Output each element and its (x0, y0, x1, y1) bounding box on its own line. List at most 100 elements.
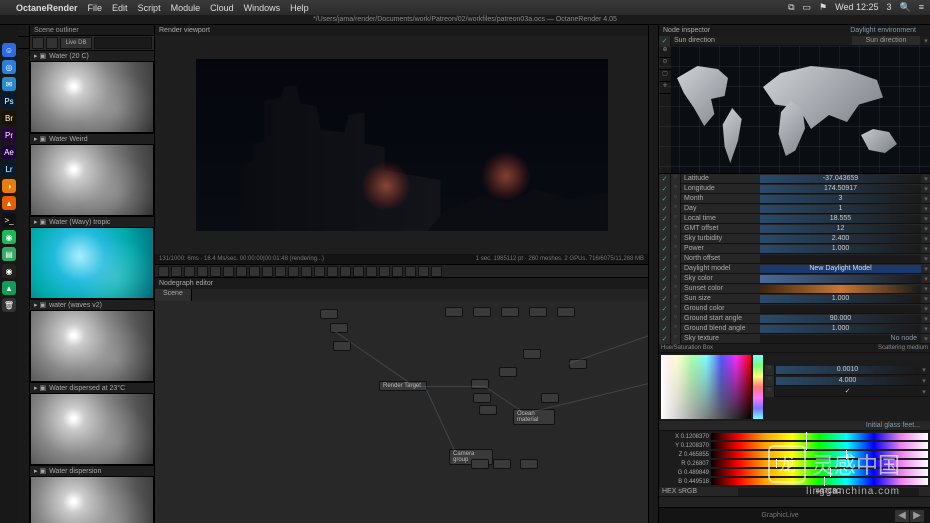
graph-node[interactable] (473, 307, 491, 317)
param-value[interactable] (760, 285, 921, 293)
param-value[interactable] (760, 305, 921, 313)
vp-wb-icon[interactable] (340, 266, 351, 277)
dock-obs-icon[interactable]: ◉ (2, 264, 16, 278)
param-enable-checkbox[interactable] (659, 214, 671, 224)
param-menu-icon[interactable]: ▾ (922, 275, 930, 283)
medium-checkbox[interactable]: ✓ (776, 388, 919, 396)
graph-node[interactable] (499, 367, 517, 377)
param-enable-checkbox[interactable] (659, 184, 671, 194)
menu-edit[interactable]: Edit (112, 3, 128, 13)
param-pin-icon[interactable] (671, 254, 681, 264)
vp-pick2-icon[interactable] (314, 266, 325, 277)
param-value[interactable]: 90.000 (760, 315, 921, 323)
material-label[interactable]: ▸ ▣Water Weird (30, 134, 154, 144)
param-value[interactable]: 1 (760, 205, 921, 213)
hue-bar[interactable] (753, 355, 763, 419)
param-menu-icon[interactable]: ▾ (922, 245, 930, 253)
dock-mail-icon[interactable]: ✉ (2, 77, 16, 91)
menu-icon[interactable]: ≡ (919, 2, 924, 13)
dock-premiere-icon[interactable]: Pr (2, 128, 16, 142)
material-label[interactable]: ▸ ▣Water (Wavy) tropic (30, 217, 154, 227)
dock-bridge-icon[interactable]: Br (2, 111, 16, 125)
dock-docs-icon[interactable]: ▤ (2, 247, 16, 261)
vp-save-icon[interactable] (249, 266, 260, 277)
param-enable-checkbox[interactable] (659, 234, 671, 244)
param-value[interactable]: 1.000 (760, 325, 921, 333)
graph-node[interactable] (541, 393, 559, 403)
param-value[interactable] (760, 255, 921, 263)
graph-node[interactable] (445, 307, 463, 317)
vp-restart-icon[interactable] (197, 266, 208, 277)
param-menu-icon[interactable]: ▾ (922, 215, 930, 223)
graph-node[interactable] (479, 405, 497, 415)
tool-move-icon[interactable] (18, 25, 29, 37)
vp-fullscreen-icon[interactable] (418, 266, 429, 277)
dock-aftereffects-icon[interactable]: Ae (2, 145, 16, 159)
param-menu-icon[interactable]: ▾ (922, 305, 930, 313)
vp-config-icon[interactable] (223, 266, 234, 277)
app-name[interactable]: OctaneRender (16, 3, 78, 13)
initial-glass-dropdown[interactable]: Initial glass feet... (866, 422, 930, 429)
graph-node[interactable] (333, 341, 351, 351)
wifi-icon[interactable]: ⧉ (788, 2, 794, 13)
param-pin-icon[interactable] (671, 334, 681, 344)
graph-node[interactable] (529, 307, 547, 317)
param-value[interactable]: 12 (760, 225, 921, 233)
param-enable-checkbox[interactable] (659, 334, 671, 344)
vp-move-icon[interactable] (405, 266, 416, 277)
flag-icon[interactable]: ⚑ (819, 2, 827, 13)
vp-camera-icon[interactable] (236, 266, 247, 277)
graph-node[interactable] (473, 393, 491, 403)
param-menu-icon[interactable]: ▾ (922, 265, 930, 273)
material-label[interactable]: ▸ ▣water (waves v2) (30, 300, 154, 310)
dock-finder-icon[interactable]: ☺ (2, 43, 16, 57)
expand-icon[interactable]: ▾ (922, 37, 930, 45)
graph-node[interactable] (523, 349, 541, 359)
vp-film-icon[interactable] (288, 266, 299, 277)
dock-gdrive-icon[interactable]: ▲ (2, 281, 16, 295)
param-pin-icon[interactable] (671, 324, 681, 334)
param-value[interactable] (760, 275, 921, 283)
spectrum-slider[interactable] (711, 460, 928, 467)
menu-cloud[interactable]: Cloud (210, 3, 234, 13)
param-pin-icon[interactable] (671, 214, 681, 224)
material-thumbnail[interactable] (30, 144, 154, 216)
enable-env-checkbox[interactable] (659, 36, 671, 46)
vp-grid-icon[interactable] (431, 266, 442, 277)
sun-direction-button[interactable]: Sun direction (852, 36, 920, 45)
graph-node[interactable] (471, 459, 489, 469)
tool-select-icon[interactable] (18, 37, 29, 49)
param-menu-icon[interactable]: ▾ (922, 185, 930, 193)
spotlight-icon[interactable]: 🔍 (900, 2, 911, 13)
param-pin-icon[interactable] (671, 194, 681, 204)
nodegraph-canvas[interactable]: Render TargetCamera groupOcean material (155, 301, 648, 523)
param-value[interactable]: 18.555 (760, 215, 921, 223)
param-enable-checkbox[interactable] (659, 314, 671, 324)
menu-windows[interactable]: Windows (244, 3, 281, 13)
dock-spotify-icon[interactable]: ◉ (2, 230, 16, 244)
param-value[interactable]: 1.000 (760, 295, 921, 303)
outliner-back-button[interactable] (32, 37, 44, 49)
param-pin-icon[interactable] (671, 264, 681, 274)
param-enable-checkbox[interactable] (659, 284, 671, 294)
vp-region-icon[interactable] (275, 266, 286, 277)
material-thumbnail[interactable] (30, 393, 154, 465)
material-thumbnail[interactable] (30, 227, 154, 299)
graph-node[interactable] (493, 459, 511, 469)
param-pin-icon[interactable] (671, 244, 681, 254)
param-value[interactable]: -37.043659 (760, 175, 921, 183)
param-pin-icon[interactable] (765, 376, 775, 386)
medium-value[interactable]: 4.000 (776, 377, 919, 385)
dock-trash-icon[interactable]: 🗑 (2, 298, 16, 312)
param-pin-icon[interactable] (671, 284, 681, 294)
nav-back-button[interactable]: ◀ (895, 510, 909, 522)
param-enable-checkbox[interactable] (659, 204, 671, 214)
param-value[interactable]: 3 (760, 195, 921, 203)
vp-pick1-icon[interactable] (301, 266, 312, 277)
render-viewport[interactable] (155, 36, 648, 254)
param-value[interactable]: 1.000 (760, 245, 921, 253)
nav-fwd-button[interactable]: ▶ (910, 510, 924, 522)
param-value[interactable]: No node (760, 335, 921, 343)
nodegraph-tab-scene[interactable]: Scene (155, 289, 192, 301)
param-enable-checkbox[interactable] (659, 174, 671, 184)
